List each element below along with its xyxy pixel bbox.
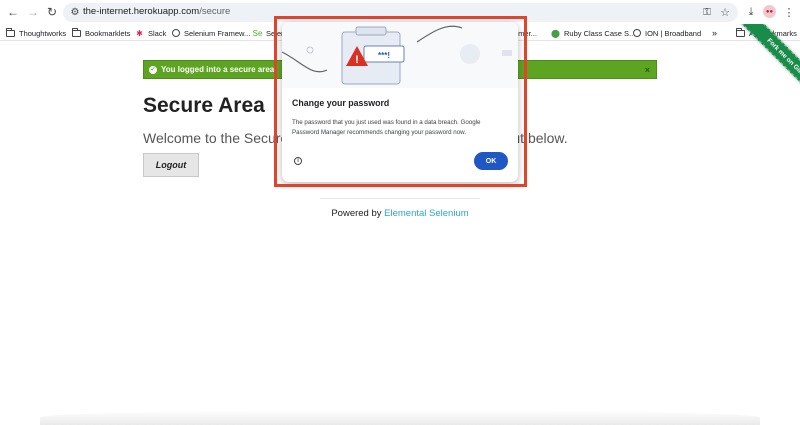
bookmark-label: Slack [148, 28, 167, 38]
globe-icon [171, 29, 180, 38]
bookmark-selenium[interactable]: Se Selen [252, 27, 286, 39]
address-bar[interactable]: ⚙ the-internet.herokuapp.com/secure ⚿ ☆ [63, 3, 738, 22]
star-icon[interactable]: ☆ [718, 5, 732, 19]
check-circle-icon: ✓ [149, 65, 157, 74]
slack-icon: ✱ [136, 28, 143, 38]
browser-toolbar: ← → ↻ ⚙ the-internet.herokuapp.com/secur… [0, 0, 800, 24]
illustration-password-text: ***! [378, 51, 390, 60]
download-icon[interactable]: ⤓ [744, 5, 758, 19]
reload-button[interactable]: ↻ [44, 4, 60, 20]
bookmark-thoughtworks[interactable]: Thoughtworks [6, 27, 66, 39]
url-path: /secure [199, 6, 231, 17]
reload-icon: ↻ [46, 5, 58, 19]
folder-icon [6, 27, 15, 38]
bookmark-label: Bookmarklets [85, 28, 131, 38]
bookmark-label: Ruby Class Case S... [564, 28, 636, 38]
bookmark-ruby-class[interactable]: ⬤ Ruby Class Case S... [551, 27, 635, 39]
github-ribbon[interactable]: Fork me on GitHub [700, 24, 800, 124]
screen: ← → ↻ ⚙ the-internet.herokuapp.com/secur… [0, 0, 800, 425]
arrow-left-icon: ← [7, 5, 19, 19]
flash-text: You logged into a secure area! [161, 65, 277, 74]
back-button[interactable]: ← [5, 4, 21, 20]
tune-icon[interactable]: ⚙ [68, 5, 82, 19]
ribbon-text[interactable]: Fork me on GitHub [730, 24, 800, 119]
folder-icon [72, 27, 81, 38]
avatar[interactable]: ●● [763, 5, 776, 18]
url-host: the-internet.herokuapp.com [83, 6, 200, 17]
close-icon[interactable]: × [645, 65, 650, 75]
footer-link[interactable]: Elemental Selenium [384, 208, 469, 219]
logout-button[interactable]: Logout [143, 153, 199, 177]
key-icon[interactable]: ⚿ [700, 5, 714, 19]
info-icon[interactable]: i [294, 157, 302, 165]
svg-text:!: ! [355, 54, 359, 66]
selenium-icon: Se [252, 28, 263, 38]
bookmark-label: Thoughtworks [19, 28, 67, 38]
forward-button[interactable]: → [25, 4, 41, 20]
bookmark-slack[interactable]: ✱ Slack [135, 27, 166, 39]
footer: Powered by Elemental Selenium [0, 208, 800, 219]
page-title: Secure Area [143, 94, 265, 117]
change-password-dialog: ! ***! Change your password The password… [282, 22, 518, 182]
bottom-shadow [40, 410, 760, 425]
bookmark-label: ION | Broadband [645, 28, 702, 38]
bookmark-label: Selenium Framew... [184, 28, 251, 38]
footer-divider [320, 198, 480, 199]
url-text[interactable]: the-internet.herokuapp.com/secure [83, 6, 230, 17]
ruby-icon: ⬤ [551, 28, 560, 38]
dialog-title: Change your password [292, 98, 390, 108]
bookmark-selenium-framework[interactable]: Selenium Framew... [171, 27, 250, 39]
arrow-right-icon: → [27, 5, 39, 19]
bookmark-bookmarklets[interactable]: Bookmarklets [72, 27, 130, 39]
ok-button[interactable]: OK [474, 152, 508, 170]
footer-prefix: Powered by [331, 208, 385, 219]
kebab-menu-icon[interactable]: ⋮ [783, 5, 795, 19]
breach-illustration: ! ***! [282, 22, 518, 88]
bookmark-ion-broadband[interactable]: ION | Broadband [632, 27, 701, 39]
globe-icon [632, 29, 641, 38]
dialog-body: The password that you just used was foun… [292, 119, 481, 136]
